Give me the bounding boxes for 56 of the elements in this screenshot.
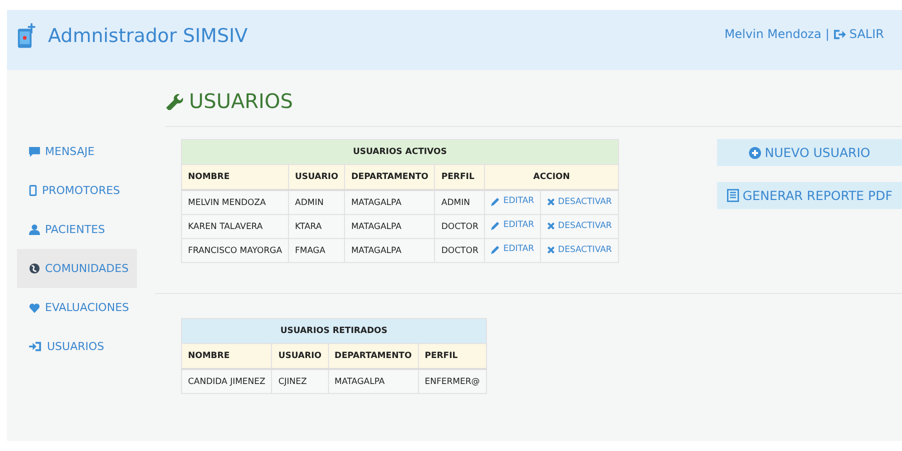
sign-in-icon	[29, 341, 42, 352]
user-name: Melvin Mendoza	[724, 27, 822, 41]
logout-icon	[833, 28, 846, 40]
separator: |	[825, 27, 830, 41]
table-cell: FRANCISCO MAYORGA	[182, 238, 289, 262]
column-header: USUARIO	[272, 344, 328, 369]
sidebar-item[interactable]: PACIENTES	[17, 210, 137, 249]
new-user-button[interactable]: NUEVO USUARIO	[717, 139, 902, 166]
pencil-icon	[491, 220, 500, 230]
table-cell: ADMIN	[434, 190, 485, 214]
table-title: USUARIOS RETIRADOS	[182, 318, 486, 344]
sidebar-item[interactable]: PROMOTORES	[17, 171, 137, 210]
user-icon	[29, 224, 40, 235]
plus-circle-icon	[748, 146, 761, 158]
table-cell: KAREN TALAVERA	[182, 214, 289, 238]
column-header: NOMBRE	[182, 344, 272, 369]
table-cell: DOCTOR	[434, 214, 485, 238]
table-cell: MATAGALPA	[344, 238, 435, 262]
table-cell: KTARA	[288, 214, 345, 238]
column-header: ACCION	[484, 164, 618, 190]
table-cell: CANDIDA JIMENEZ	[182, 369, 272, 394]
table-cell: MATAGALPA	[344, 214, 435, 238]
close-icon	[547, 246, 556, 254]
sidebar-item[interactable]: USUARIOS	[17, 327, 137, 366]
table-title: USUARIOS ACTIVOS	[182, 140, 618, 164]
table-cell: FMAGA	[288, 238, 345, 262]
page-title: USUARIOS	[165, 88, 902, 114]
pencil-icon	[491, 244, 500, 254]
heart-icon	[29, 302, 40, 312]
table-cell: MATAGALPA	[344, 190, 435, 214]
document-icon	[726, 189, 739, 202]
column-header: USUARIO	[288, 164, 345, 190]
close-icon	[547, 198, 556, 206]
report-button[interactable]: GENERAR REPORTE PDF	[717, 182, 902, 209]
chat-icon	[29, 146, 40, 156]
phone-icon	[29, 185, 37, 196]
wrench-icon	[165, 92, 183, 110]
sidebar-item[interactable]: MENSAJE	[17, 132, 137, 171]
column-header: PERFIL	[434, 164, 485, 190]
app-title: Admnistrador SIMSIV	[48, 25, 248, 47]
table-cell: MATAGALPA	[328, 369, 418, 394]
table-cell: CJINEZ	[272, 369, 328, 394]
table-cell: DOCTOR	[434, 238, 485, 262]
column-header: DEPARTAMENTO	[344, 164, 435, 190]
column-header: NOMBRE	[182, 164, 289, 190]
column-header: DEPARTAMENTO	[328, 344, 418, 369]
sidebar-item[interactable]: COMUNIDADES	[17, 249, 137, 288]
table-cell: ENFERMER@	[418, 369, 486, 394]
table-cell: MELVIN MENDOZA	[182, 190, 289, 214]
logout-link[interactable]: SALIR	[833, 27, 884, 41]
pencil-icon	[491, 196, 500, 206]
close-icon	[547, 222, 556, 230]
column-header: PERFIL	[418, 344, 486, 369]
phone-cross-icon	[17, 23, 37, 49]
table-cell: ADMIN	[288, 190, 345, 214]
sidebar-item[interactable]: EVALUACIONES	[17, 288, 137, 327]
